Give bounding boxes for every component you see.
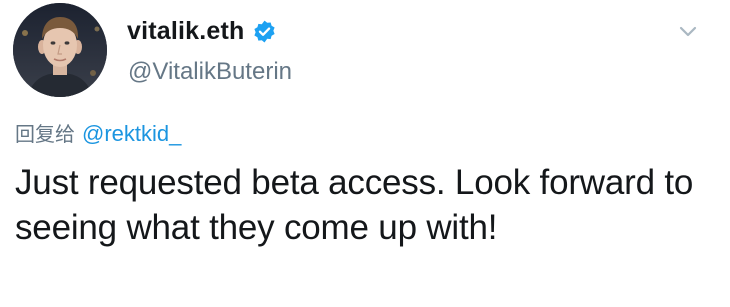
tweet-text: Just requested beta access. Look forward… <box>15 163 694 247</box>
user-handle[interactable]: @VitalikButerin <box>128 58 292 86</box>
reply-prefix: 回复给 <box>15 122 75 146</box>
display-name-row[interactable]: vitalik.eth <box>127 14 277 48</box>
chevron-down-icon[interactable] <box>676 19 700 43</box>
reply-mention-link[interactable]: @rektkid_ <box>82 121 181 147</box>
display-name[interactable]: vitalik.eth <box>127 17 245 46</box>
tweet-card: vitalik.eth @VitalikButerin 回复给 @rektkid… <box>0 0 730 307</box>
verified-badge-icon <box>252 19 277 44</box>
avatar[interactable] <box>13 3 107 97</box>
reply-context: 回复给 @rektkid_ <box>15 118 181 147</box>
avatar-image <box>13 3 107 97</box>
